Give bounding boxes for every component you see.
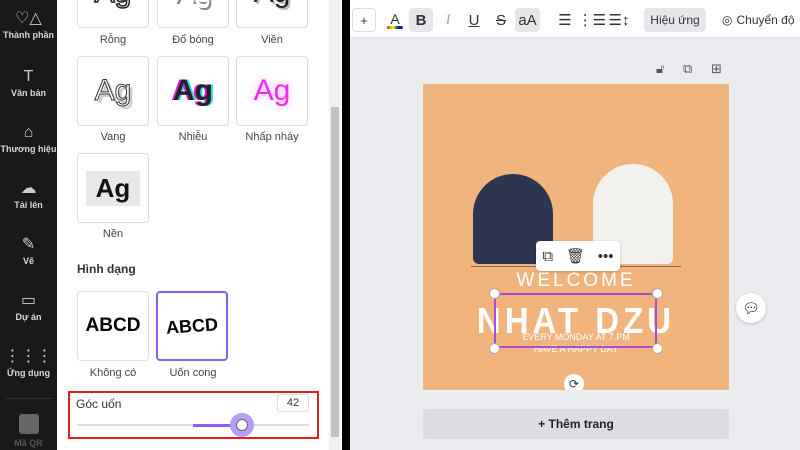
design-canvas[interactable]: WELCOME NHAT DZU EVERY MONDAY AT 7.PM HA…	[423, 84, 729, 390]
shape-label: Không có	[89, 367, 137, 379]
resize-handle[interactable]	[489, 343, 500, 354]
curve-slider[interactable]	[77, 413, 309, 437]
animate-button[interactable]: ◎ Chuyển độ	[722, 8, 800, 32]
effects-panel: Ag Ag Ag Rỗng Đổ bóng Viền Ag Ag Ag Vang…	[57, 0, 342, 450]
sidebar-label: Văn bản	[10, 88, 46, 98]
curve-label: Góc uốn	[76, 397, 122, 411]
effect-sample: Ag	[94, 0, 132, 10]
folder-icon: ▭	[20, 292, 37, 309]
effect-neon[interactable]: Ag	[236, 56, 308, 126]
underline-button[interactable]: U	[464, 8, 484, 32]
sidebar-divider	[6, 398, 52, 399]
strikethrough-button[interactable]: S	[491, 8, 511, 32]
shape-curve[interactable]: ABCD	[156, 291, 228, 361]
effect-outline[interactable]: Ag	[236, 0, 308, 28]
effect-label: Nhiễu	[178, 131, 208, 143]
add-page-icon[interactable]: ⊞	[711, 61, 722, 77]
sidebar-label: Thành phần	[3, 30, 54, 40]
animate-icon: ◎	[722, 13, 733, 27]
sidebar-label: Ứng dụng	[7, 368, 50, 378]
add-page-button[interactable]: + Thêm trang	[423, 409, 729, 439]
effect-sample: Ag	[94, 74, 132, 108]
effect-sample: Ag	[175, 0, 212, 10]
letter-case-button[interactable]: aA	[515, 8, 540, 32]
scrollbar-thumb[interactable]	[331, 107, 339, 437]
shape-sample: ABCD	[165, 313, 219, 338]
animate-label: Chuyển độ	[736, 13, 795, 27]
curve-slider-thumb[interactable]	[229, 413, 254, 437]
upload-icon: ☁	[20, 180, 37, 197]
brand-icon: ⌂	[23, 124, 34, 141]
text-color-button[interactable]: A	[386, 8, 404, 32]
effect-sample: Ag	[254, 0, 291, 10]
color-bar	[387, 25, 403, 29]
shape-label: Uốn cong	[169, 367, 217, 379]
sidebar-label: Vẽ	[22, 256, 34, 266]
sidebar-item-draw[interactable]: ✎ Vẽ	[0, 236, 57, 266]
effect-hollow[interactable]: Ag	[77, 0, 149, 28]
sidebar-item-brand[interactable]: ⌂ Thương hiệu	[0, 124, 57, 154]
align-center-icon[interactable]: ☰	[555, 8, 575, 32]
text-color-letter: A	[390, 10, 400, 27]
sidebar-label: Thương hiệu	[0, 144, 57, 154]
sidebar-item-upload[interactable]: ☁ Tải lên	[0, 180, 57, 210]
duplicate-page-icon[interactable]: ⧉	[683, 61, 692, 77]
effect-shadow[interactable]: Ag	[157, 0, 229, 28]
resize-handle[interactable]	[652, 343, 663, 354]
effects-button[interactable]: Hiệu ứng	[644, 8, 706, 32]
resize-handle[interactable]	[652, 288, 663, 299]
welcome-text: WELCOME	[516, 270, 636, 291]
selection-box[interactable]	[494, 293, 657, 348]
shapes-icon: ♡△	[15, 10, 42, 27]
panel-scrollbar[interactable]	[329, 0, 341, 450]
list-icon[interactable]: ⋮☰	[578, 8, 606, 32]
shape-sample: ABCD	[85, 315, 141, 336]
bold-button[interactable]: B	[409, 8, 433, 32]
trash-icon[interactable]: 🗑︎	[566, 247, 585, 265]
more-icon[interactable]: •••	[598, 248, 614, 265]
effect-label: Nhấp nháy	[245, 131, 299, 143]
sidebar-item-text[interactable]: T Văn bản	[0, 68, 57, 98]
editor-area: + A B I U S aA ☰ ⋮☰ ☰↕ Hiệu ứng ◎ Chuyển …	[350, 0, 800, 450]
spacing-icon[interactable]: ☰↕	[609, 8, 630, 32]
qr-icon	[18, 414, 39, 434]
add-comment-icon[interactable]: 💬︎	[736, 293, 766, 323]
effect-echo[interactable]: Ag	[77, 56, 149, 126]
text-toolbar: + A B I U S aA ☰ ⋮☰ ☰↕ Hiệu ứng ◎ Chuyển …	[350, 0, 800, 38]
sidebar-label: Mã QR	[14, 438, 43, 448]
sidebar-label: Tải lên	[14, 200, 43, 210]
effect-label: Đổ bóng	[172, 34, 214, 46]
draw-icon: ✎	[21, 236, 36, 253]
duplicate-icon[interactable]: ⧉	[542, 248, 553, 265]
effect-background[interactable]: Ag	[77, 153, 149, 223]
italic-button[interactable]: I	[438, 8, 458, 32]
divider	[342, 0, 350, 450]
apps-icon: ⋮⋮⋮	[4, 348, 53, 365]
curve-value-input[interactable]: 42	[277, 394, 309, 412]
shape-heading: Hình dạng	[77, 262, 136, 276]
effect-glitch[interactable]: Ag	[157, 56, 229, 126]
font-size-increase-button[interactable]: +	[352, 8, 376, 32]
sidebar-item-qr[interactable]: Mã QR	[0, 414, 57, 448]
effect-sample: Ag	[85, 170, 141, 206]
context-menu: ⧉ 🗑︎ •••	[536, 241, 620, 271]
effect-sample: Ag	[173, 74, 213, 107]
effect-label: Rỗng	[99, 34, 127, 46]
sidebar-item-apps[interactable]: ⋮⋮⋮ Ứng dụng	[0, 348, 57, 378]
effect-label: Vang	[100, 131, 126, 143]
effect-sample: Ag	[253, 74, 291, 107]
effect-label: Nền	[102, 228, 124, 240]
sidebar: ♡△ Thành phần T Văn bản ⌂ Thương hiệu ☁ Tải …	[0, 0, 57, 450]
text-icon: T	[23, 68, 34, 85]
resize-handle[interactable]	[489, 288, 500, 299]
sidebar-item-elements[interactable]: ♡△ Thành phần	[0, 10, 57, 40]
sidebar-label: Dự án	[15, 312, 42, 322]
lock-icon[interactable]: 🔓︎	[656, 61, 664, 77]
sidebar-item-projects[interactable]: ▭ Dự án	[0, 292, 57, 322]
shape-none[interactable]: ABCD	[77, 291, 149, 361]
rotate-icon[interactable]: ⟳	[564, 374, 584, 390]
effect-label: Viền	[261, 34, 283, 46]
